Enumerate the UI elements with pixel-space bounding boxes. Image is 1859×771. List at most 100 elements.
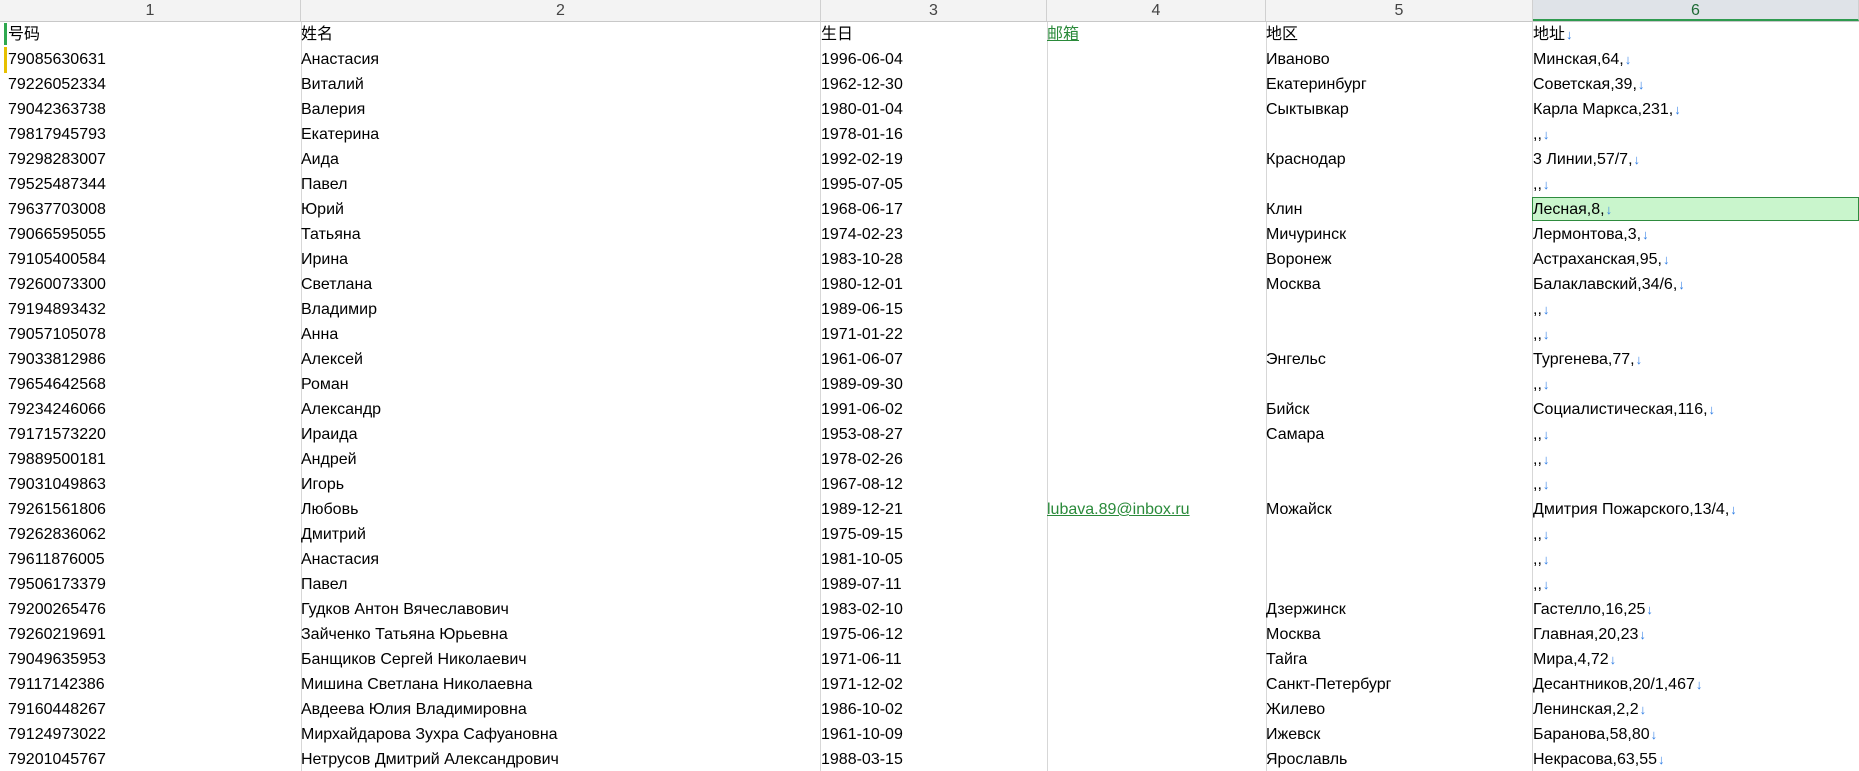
table-cell[interactable]: 号码 [8, 22, 301, 47]
table-cell[interactable]: Астраханская,95,↓ [1533, 247, 1859, 272]
email-link[interactable]: 邮箱 [1047, 26, 1079, 43]
table-cell[interactable] [1047, 72, 1267, 97]
table-cell[interactable]: 1961-06-07 [821, 347, 1046, 372]
table-cell[interactable] [1047, 697, 1267, 722]
table-cell[interactable]: Мичуринск [1266, 222, 1532, 247]
table-cell[interactable]: 1989-12-21 [821, 497, 1046, 522]
table-cell[interactable]: Екатеринбург [1266, 72, 1532, 97]
table-cell[interactable]: Гастелло,16,25↓ [1533, 597, 1859, 622]
table-cell[interactable]: 3 Линии,57/7,↓ [1533, 147, 1859, 172]
table-cell[interactable]: 1991-06-02 [821, 397, 1046, 422]
table-cell[interactable]: Юрий [301, 197, 819, 222]
table-cell[interactable]: 79298283007 [8, 147, 301, 172]
table-cell[interactable]: 1962-12-30 [821, 72, 1046, 97]
table-cell[interactable] [1266, 297, 1532, 322]
table-cell[interactable]: 1971-06-11 [821, 647, 1046, 672]
table-cell[interactable]: 1989-06-15 [821, 297, 1046, 322]
table-cell[interactable]: Дмитрий [301, 522, 819, 547]
table-cell[interactable]: 79124973022 [8, 722, 301, 747]
table-cell[interactable]: Ижевск [1266, 722, 1532, 747]
table-cell[interactable]: Дзержинск [1266, 597, 1532, 622]
table-cell[interactable]: 79194893432 [8, 297, 301, 322]
table-cell[interactable]: Краснодар [1266, 147, 1532, 172]
table-cell[interactable]: 1971-12-02 [821, 672, 1046, 697]
table-cell[interactable]: 1980-01-04 [821, 97, 1046, 122]
table-cell[interactable]: Алексей [301, 347, 819, 372]
table-cell[interactable]: Тайга [1266, 647, 1532, 672]
table-cell[interactable]: Зайченко Татьяна Юрьевна [301, 622, 819, 647]
table-cell[interactable]: Банщиков Сергей Николаевич [301, 647, 819, 672]
table-cell[interactable]: 1978-01-16 [821, 122, 1046, 147]
table-cell[interactable]: 79171573220 [8, 422, 301, 447]
table-cell[interactable] [1047, 747, 1267, 771]
table-cell[interactable]: 79260219691 [8, 622, 301, 647]
table-cell[interactable]: Десантников,20/1,467↓ [1533, 672, 1859, 697]
table-cell[interactable]: 79057105078 [8, 322, 301, 347]
table-cell[interactable]: Тургенева,77,↓ [1533, 347, 1859, 372]
table-cell[interactable]: 1981-10-05 [821, 547, 1046, 572]
table-cell[interactable]: 1978-02-26 [821, 447, 1046, 472]
table-cell[interactable]: ,,↓ [1533, 472, 1859, 497]
table-cell[interactable]: Лермонтова,3,↓ [1533, 222, 1859, 247]
table-cell[interactable]: Клин [1266, 197, 1532, 222]
table-cell[interactable] [1047, 147, 1267, 172]
table-cell[interactable]: lubava.89@inbox.ru [1047, 497, 1267, 522]
table-cell[interactable]: ,,↓ [1533, 522, 1859, 547]
table-cell[interactable]: ,,↓ [1533, 322, 1859, 347]
table-cell[interactable] [1047, 197, 1267, 222]
table-cell[interactable]: Павел [301, 572, 819, 597]
table-cell[interactable]: 1983-02-10 [821, 597, 1046, 622]
table-cell[interactable]: Владимир [301, 297, 819, 322]
table-cell[interactable]: 79234246066 [8, 397, 301, 422]
table-cell[interactable]: 79525487344 [8, 172, 301, 197]
table-cell[interactable]: Сыктывкар [1266, 97, 1532, 122]
table-cell[interactable] [1047, 647, 1267, 672]
table-cell[interactable] [1266, 172, 1532, 197]
table-cell[interactable]: 1974-02-23 [821, 222, 1046, 247]
table-cell[interactable]: Ираида [301, 422, 819, 447]
table-cell[interactable]: Ленинская,2,2↓ [1533, 697, 1859, 722]
table-cell[interactable] [1047, 597, 1267, 622]
column-header-2[interactable]: 2 [301, 0, 821, 21]
table-cell[interactable]: 79201045767 [8, 747, 301, 771]
table-cell[interactable] [1047, 472, 1267, 497]
table-cell[interactable]: 79160448267 [8, 697, 301, 722]
table-cell[interactable] [1047, 722, 1267, 747]
table-cell[interactable]: Игорь [301, 472, 819, 497]
column-header-6[interactable]: 6 [1533, 0, 1859, 21]
table-cell[interactable] [1266, 122, 1532, 147]
table-cell[interactable]: Баранова,58,80↓ [1533, 722, 1859, 747]
table-cell[interactable]: ,,↓ [1533, 372, 1859, 397]
table-cell[interactable] [1266, 447, 1532, 472]
table-cell[interactable] [1047, 322, 1267, 347]
table-cell[interactable] [1266, 522, 1532, 547]
table-cell[interactable]: Александр [301, 397, 819, 422]
table-cell[interactable]: 邮箱 [1047, 22, 1267, 47]
table-cell[interactable]: ,,↓ [1533, 422, 1859, 447]
table-cell[interactable] [1047, 447, 1267, 472]
table-cell[interactable]: 79260073300 [8, 272, 301, 297]
table-cell[interactable] [1047, 122, 1267, 147]
table-cell[interactable]: 1986-10-02 [821, 697, 1046, 722]
table-cell[interactable]: Советская,39,↓ [1533, 72, 1859, 97]
table-cell[interactable]: Жилево [1266, 697, 1532, 722]
table-cell[interactable]: 79117142386 [8, 672, 301, 697]
table-cell[interactable]: ,,↓ [1533, 572, 1859, 597]
table-cell[interactable] [1047, 47, 1267, 72]
table-cell[interactable]: 79105400584 [8, 247, 301, 272]
table-cell[interactable]: Москва [1266, 272, 1532, 297]
table-cell[interactable] [1266, 472, 1532, 497]
table-cell[interactable] [1047, 397, 1267, 422]
table-cell[interactable]: ,,↓ [1533, 172, 1859, 197]
table-cell[interactable]: Любовь [301, 497, 819, 522]
table-cell[interactable]: Роман [301, 372, 819, 397]
table-cell[interactable]: Бийск [1266, 397, 1532, 422]
email-link[interactable]: lubava.89@inbox.ru [1047, 501, 1190, 518]
table-cell[interactable]: Виталий [301, 72, 819, 97]
table-cell[interactable]: Павел [301, 172, 819, 197]
table-cell[interactable]: Можайск [1266, 497, 1532, 522]
table-cell[interactable]: Аида [301, 147, 819, 172]
table-cell[interactable]: Авдеева Юлия Владимировна [301, 697, 819, 722]
table-cell[interactable]: Мишина Светлана Николаевна [301, 672, 819, 697]
table-cell[interactable] [1266, 572, 1532, 597]
